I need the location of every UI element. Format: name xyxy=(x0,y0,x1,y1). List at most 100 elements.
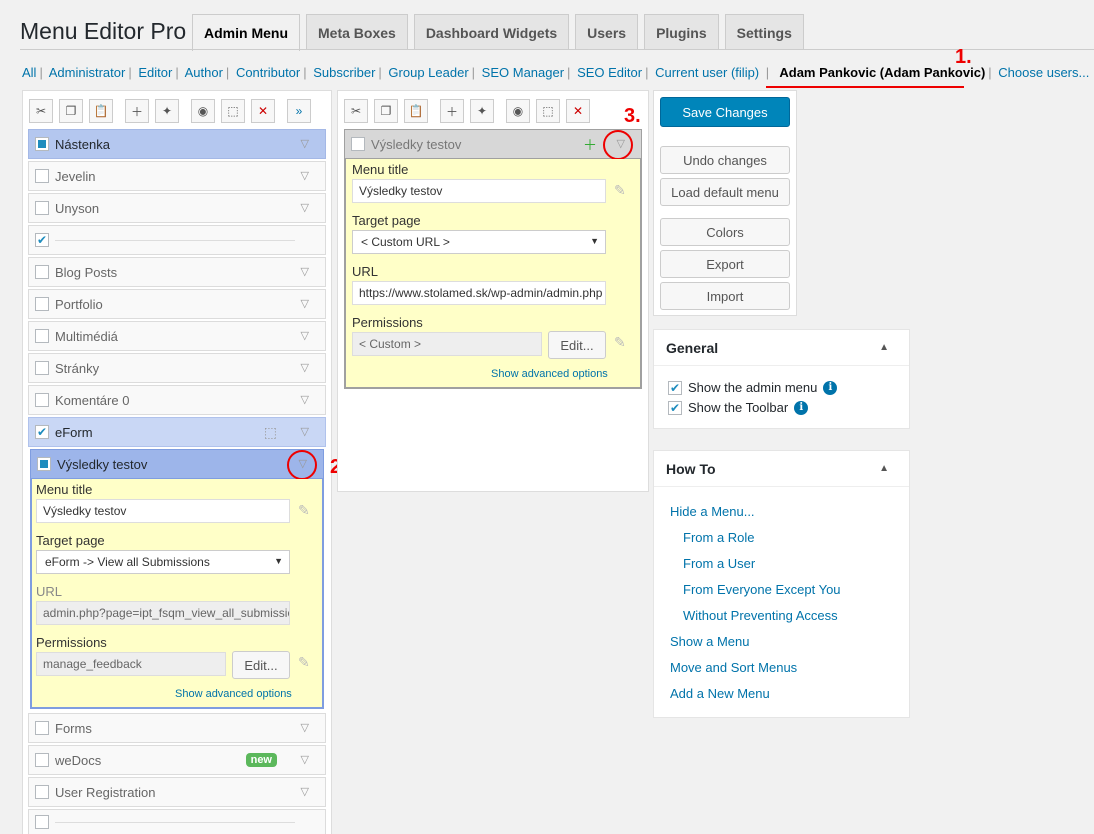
new-menu-icon[interactable]: ＋ xyxy=(440,99,464,123)
permissions-input[interactable]: < Custom > xyxy=(352,332,542,356)
menu-item-multimedia[interactable]: Multimédiá ▽ xyxy=(28,321,326,351)
expand-arrow-icon[interactable]: ▽ xyxy=(301,265,309,278)
tab-admin-menu[interactable]: Admin Menu xyxy=(192,14,300,51)
howto-link-add-new-menu[interactable]: Add a New Menu xyxy=(670,686,770,701)
menu-item-wedocs[interactable]: weDocs new ▽ xyxy=(28,745,326,775)
menu-item-vysledky-testov[interactable]: Výsledky testov ▽ xyxy=(30,449,324,479)
show-advanced-link[interactable]: Show advanced options xyxy=(175,688,292,700)
role-link-contributor[interactable]: Contributor xyxy=(236,65,300,80)
menu-item-portfolio[interactable]: Portfolio ▽ xyxy=(28,289,326,319)
new-submenu-icon[interactable]: ＋ xyxy=(583,135,597,155)
howto-link-hide-menu[interactable]: Hide a Menu... xyxy=(670,504,755,519)
save-changes-button[interactable]: Save Changes xyxy=(660,97,790,127)
role-link-author[interactable]: Author xyxy=(185,65,223,80)
new-separator-icon[interactable]: ✦ xyxy=(470,99,494,123)
role-link-all[interactable]: All xyxy=(22,65,36,80)
colors-button[interactable]: Colors xyxy=(660,218,790,246)
item-checkbox[interactable]: ✔ xyxy=(35,233,49,247)
delete-icon[interactable]: ✕ xyxy=(251,99,275,123)
howto-link-show-menu[interactable]: Show a Menu xyxy=(670,634,750,649)
expand-arrow-icon[interactable]: ▽ xyxy=(301,137,309,150)
menu-item-unyson[interactable]: Unyson ▽ xyxy=(28,193,326,223)
howto-link-from-role[interactable]: From a Role xyxy=(683,530,755,545)
howto-link-everyone-except-you[interactable]: From Everyone Except You xyxy=(683,582,841,597)
role-link-administrator[interactable]: Administrator xyxy=(49,65,126,80)
item-checkbox[interactable]: ✔ xyxy=(35,425,49,439)
undo-changes-button[interactable]: Undo changes xyxy=(660,146,790,174)
expand-arrow-icon[interactable]: ▽ xyxy=(301,361,309,374)
role-link-seo-manager[interactable]: SEO Manager xyxy=(482,65,564,80)
item-checkbox[interactable] xyxy=(35,201,49,215)
cut-icon[interactable]: ✂ xyxy=(29,99,53,123)
select-icon[interactable]: ⬚ xyxy=(221,99,245,123)
menu-item-stranky[interactable]: Stránky ▽ xyxy=(28,353,326,383)
expand-arrow-icon[interactable]: ▽ xyxy=(301,721,309,734)
show-toolbar-option[interactable]: ✔ Show the Toolbar i xyxy=(668,400,809,415)
submenu-item-vysledky-testov[interactable]: Výsledky testov ＋ ▽ xyxy=(344,129,642,159)
item-checkbox[interactable] xyxy=(351,137,365,151)
role-link-current-user[interactable]: Current user (filip) xyxy=(655,65,759,80)
item-checkbox[interactable] xyxy=(35,329,49,343)
show-admin-menu-option[interactable]: ✔ Show the admin menu i xyxy=(668,380,838,395)
expand-arrow-icon[interactable]: ▽ xyxy=(301,201,309,214)
menu-item-forms[interactable]: Forms ▽ xyxy=(28,713,326,743)
expand-arrow-icon[interactable]: ▽ xyxy=(301,169,309,182)
role-link-editor[interactable]: Editor xyxy=(138,65,172,80)
export-button[interactable]: Export xyxy=(660,250,790,278)
hide-icon[interactable]: ◉ xyxy=(506,99,530,123)
item-checkbox[interactable] xyxy=(35,393,49,407)
pencil-icon[interactable]: ✎ xyxy=(298,502,310,519)
pencil-icon[interactable]: ✎ xyxy=(614,182,626,199)
tab-dashboard-widgets[interactable]: Dashboard Widgets xyxy=(413,14,570,50)
tab-plugins[interactable]: Plugins xyxy=(644,14,719,50)
info-icon[interactable]: i xyxy=(823,380,838,395)
role-link-group-leader[interactable]: Group Leader xyxy=(388,65,468,80)
menu-item-user-registration[interactable]: User Registration ▽ xyxy=(28,777,326,807)
menu-item-separator[interactable]: ✔ xyxy=(28,225,326,255)
new-separator-icon[interactable]: ✦ xyxy=(155,99,179,123)
howto-link-from-user[interactable]: From a User xyxy=(683,556,755,571)
menu-title-input[interactable]: Výsledky testov xyxy=(36,499,290,523)
edit-permissions-button[interactable]: Edit... xyxy=(548,331,606,359)
delete-icon[interactable]: ✕ xyxy=(566,99,590,123)
howto-link-without-preventing-access[interactable]: Without Preventing Access xyxy=(683,608,838,623)
show-admin-menu-checkbox[interactable]: ✔ xyxy=(668,380,682,395)
item-checkbox[interactable] xyxy=(37,457,51,471)
import-button[interactable]: Import xyxy=(660,282,790,310)
collapse-up-icon[interactable]: ▲ xyxy=(879,463,889,474)
copy-icon[interactable]: ❐ xyxy=(374,99,398,123)
info-icon[interactable]: i xyxy=(794,400,809,415)
expand-arrow-icon[interactable]: ▽ xyxy=(301,425,309,438)
tab-users[interactable]: Users xyxy=(575,14,639,50)
select-icon[interactable]: ⬚ xyxy=(536,99,560,123)
permissions-input[interactable]: manage_feedback xyxy=(36,652,226,676)
show-toolbar-checkbox[interactable]: ✔ xyxy=(668,400,682,415)
item-checkbox[interactable] xyxy=(35,815,49,829)
target-page-select[interactable]: < Custom URL > xyxy=(352,230,606,254)
menu-item-jevelin[interactable]: Jevelin ▽ xyxy=(28,161,326,191)
item-checkbox[interactable] xyxy=(35,169,49,183)
expand-arrow-icon[interactable]: ▽ xyxy=(301,329,309,342)
item-checkbox[interactable] xyxy=(35,753,49,767)
tab-meta-boxes[interactable]: Meta Boxes xyxy=(306,14,408,50)
menu-item-komentare[interactable]: Komentáre 0 ▽ xyxy=(28,385,326,415)
choose-users-link[interactable]: Choose users... xyxy=(998,65,1089,80)
new-menu-icon[interactable]: ＋ xyxy=(125,99,149,123)
paste-icon[interactable]: 📋 xyxy=(404,99,428,123)
item-checkbox[interactable] xyxy=(35,265,49,279)
select-submenu-icon[interactable]: ⬚ xyxy=(264,424,277,441)
menu-item-blog-posts[interactable]: Blog Posts ▽ xyxy=(28,257,326,287)
tab-settings[interactable]: Settings xyxy=(724,14,804,50)
pencil-icon[interactable]: ✎ xyxy=(614,334,626,351)
role-link-seo-editor[interactable]: SEO Editor xyxy=(577,65,642,80)
expand-arrow-icon[interactable]: ▽ xyxy=(301,785,309,798)
menu-item-separator-2[interactable] xyxy=(28,809,326,834)
howto-panel-header[interactable]: How To ▲ xyxy=(654,451,909,487)
expand-arrow-icon[interactable]: ▽ xyxy=(301,753,309,766)
howto-link-move-sort[interactable]: Move and Sort Menus xyxy=(670,660,797,675)
cut-icon[interactable]: ✂ xyxy=(344,99,368,123)
collapse-up-icon[interactable]: ▲ xyxy=(879,342,889,353)
copy-icon[interactable]: ❐ xyxy=(59,99,83,123)
item-checkbox[interactable] xyxy=(35,297,49,311)
item-checkbox[interactable] xyxy=(35,361,49,375)
